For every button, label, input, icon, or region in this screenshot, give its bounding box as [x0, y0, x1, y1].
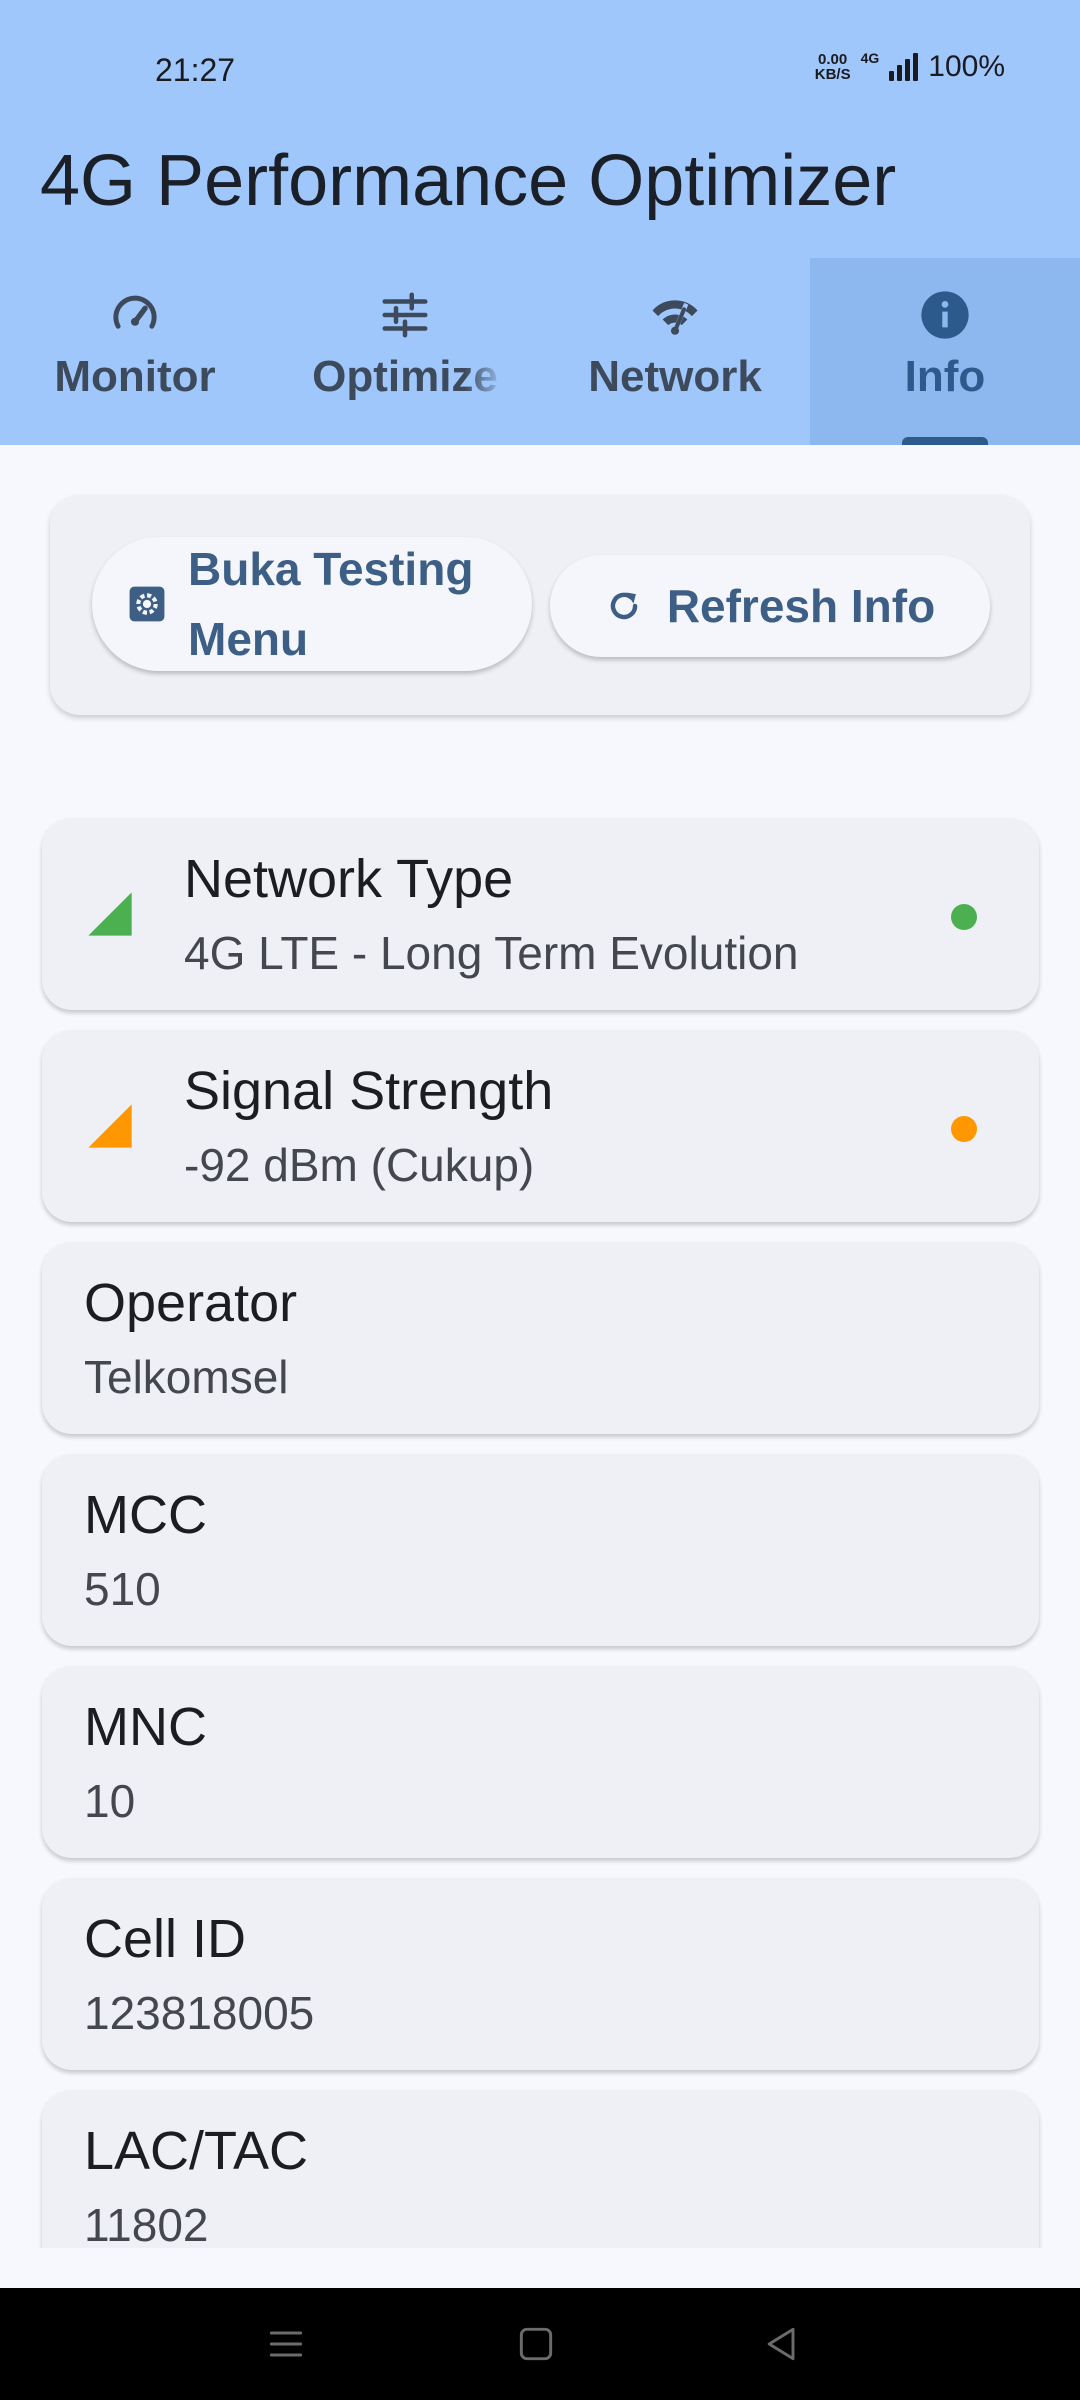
menu-icon[interactable]	[264, 2322, 308, 2366]
refresh-info-button[interactable]: Refresh Info	[550, 555, 990, 657]
network-type-value: 4G LTE - Long Term Evolution	[184, 927, 799, 979]
tab-optimize[interactable]: Optimize	[270, 258, 540, 445]
actions-card: Buka Testing Menu Refresh Info	[50, 495, 1030, 715]
system-navigation-bar	[0, 2288, 1080, 2400]
tab-monitor-label: Monitor	[54, 352, 216, 401]
signal-strength-value: -92 dBm (Cukup)	[184, 1139, 535, 1191]
tab-network[interactable]: Network	[540, 258, 810, 445]
mcc-title: MCC	[84, 1485, 207, 1545]
tab-monitor[interactable]: Monitor	[0, 258, 270, 445]
signal-status-dot	[951, 1116, 977, 1142]
home-icon[interactable]	[514, 2322, 558, 2366]
mnc-card: MNC 10	[42, 1666, 1039, 1858]
open-testing-menu-label-line1: Buka Testing	[188, 543, 474, 595]
open-testing-menu-label-line2: Menu	[188, 613, 309, 665]
status-indicators: 0.00 KB/S 4G 100%	[815, 50, 1005, 84]
status-time: 21:27	[155, 52, 236, 88]
mnc-title: MNC	[84, 1697, 207, 1757]
refresh-icon	[610, 592, 638, 620]
signal-strength-icon	[88, 1104, 132, 1148]
network-type-card: Network Type 4G LTE - Long Term Evolutio…	[42, 818, 1039, 1010]
back-icon[interactable]	[760, 2322, 804, 2366]
signal-indicator-icon	[88, 892, 132, 936]
settings-box-icon	[129, 586, 165, 622]
open-testing-menu-button[interactable]: Buka Testing Menu	[92, 537, 532, 671]
info-icon	[921, 291, 969, 339]
network-status-dot	[951, 904, 977, 930]
cell-signal-icon	[889, 53, 919, 81]
wifi-signal-icon	[652, 300, 698, 335]
mnc-value: 10	[84, 1775, 136, 1827]
signal-strength-title: Signal Strength	[184, 1061, 554, 1121]
signal-strength-card: Signal Strength -92 dBm (Cukup)	[42, 1030, 1039, 1222]
cell-id-card: Cell ID 123818005	[42, 1878, 1039, 2070]
lac-tac-value: 11802	[84, 2199, 209, 2248]
open-testing-menu-label: Buka Testing Menu	[188, 534, 473, 674]
active-tab-indicator	[902, 437, 988, 445]
lac-tac-title: LAC/TAC	[84, 2121, 309, 2181]
tab-network-label: Network	[588, 352, 762, 401]
network-type-badge: 4G	[860, 50, 880, 66]
mcc-value: 510	[84, 1563, 161, 1615]
status-bar: 21:27 0.00 KB/S 4G 100%	[0, 0, 1080, 140]
network-speed: 0.00 KB/S	[815, 52, 851, 82]
app-header: 21:27 0.00 KB/S 4G 100% 4G Performance O…	[0, 0, 1080, 445]
cell-id-title: Cell ID	[84, 1909, 247, 1969]
network-type-title: Network Type	[184, 849, 514, 909]
operator-title: Operator	[84, 1273, 298, 1333]
sliders-icon	[382, 292, 428, 338]
network-speed-unit: KB/S	[814, 66, 851, 83]
mcc-card: MCC 510	[42, 1454, 1039, 1646]
info-list[interactable]: Network Type 4G LTE - Long Term Evolutio…	[0, 800, 1080, 2248]
lac-tac-card: LAC/TAC 11802	[42, 2090, 1039, 2248]
operator-card: Operator Telkomsel	[42, 1242, 1039, 1434]
battery-level: 100%	[928, 50, 1005, 83]
page-title: 4G Performance Optimizer	[40, 141, 897, 221]
tab-info[interactable]: Info	[810, 258, 1080, 445]
refresh-info-label: Refresh Info	[666, 580, 936, 632]
operator-value: Telkomsel	[84, 1351, 289, 1403]
tab-info-label: Info	[904, 352, 986, 401]
tab-optimize-label: Optimize	[312, 352, 498, 401]
network-speed-value: 0.00	[818, 51, 848, 68]
gauge-icon	[113, 295, 157, 329]
tab-bar: Monitor Optimize Network Info	[0, 258, 1080, 445]
cell-id-value: 123818005	[84, 1987, 315, 2039]
